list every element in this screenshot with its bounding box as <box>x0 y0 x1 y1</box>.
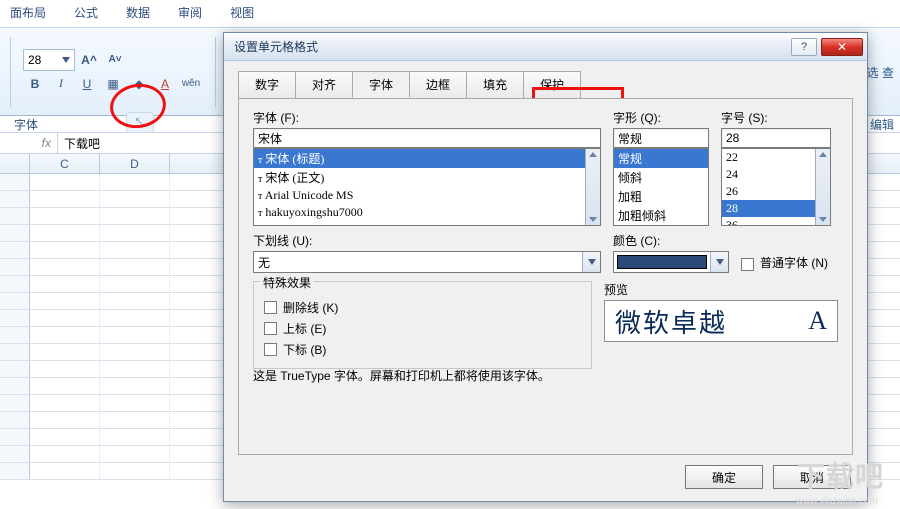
preview-sample: A <box>808 306 827 336</box>
scrollbar[interactable] <box>585 149 600 225</box>
size-option[interactable]: 36 <box>722 217 830 226</box>
tab-fill[interactable]: 填充 <box>466 71 524 98</box>
label-underline: 下划线 (U): <box>253 232 601 249</box>
label-size: 字号 (S): <box>721 109 831 126</box>
font-color-icon[interactable]: A <box>153 73 177 95</box>
style-input[interactable]: 常规 <box>613 128 709 148</box>
size-option[interactable]: 26 <box>722 183 830 200</box>
superscript-checkbox[interactable] <box>264 322 277 335</box>
font-option[interactable]: Arial Unicode MS <box>265 188 354 202</box>
ribbon-tab-formulas[interactable]: 公式 <box>74 4 98 21</box>
italic-icon[interactable]: I <box>49 73 73 95</box>
color-swatch <box>617 255 707 269</box>
close-button[interactable]: ✕ <box>821 38 863 56</box>
ok-button[interactable]: 确定 <box>685 465 763 489</box>
tab-number[interactable]: 数字 <box>238 71 296 98</box>
label-preview: 预览 <box>604 281 838 298</box>
fill-color-icon[interactable]: ◆ <box>127 73 151 95</box>
chevron-down-icon[interactable] <box>710 252 728 272</box>
tab-alignment[interactable]: 对齐 <box>295 71 353 98</box>
size-listbox[interactable]: 22 24 26 28 36 48 <box>721 148 831 226</box>
style-option[interactable]: 倾斜 <box>614 168 708 187</box>
style-option[interactable]: 常规 <box>614 149 708 168</box>
normal-font-checkbox[interactable] <box>741 258 754 271</box>
label-effects: 特殊效果 <box>260 274 314 291</box>
col-header-c[interactable]: C <box>30 154 100 173</box>
fx-icon[interactable]: fx <box>0 133 58 153</box>
dialog-title: 设置单元格格式 <box>234 38 318 55</box>
ribbon-tab-review[interactable]: 审阅 <box>178 4 202 21</box>
help-button[interactable]: ? <box>791 38 817 56</box>
font-option[interactable]: 宋体 (正文) <box>265 171 324 185</box>
color-dropdown[interactable] <box>613 251 729 273</box>
font-size-combo[interactable]: 28 <box>23 49 75 71</box>
size-option[interactable]: 28 <box>722 200 830 217</box>
underline-icon[interactable]: U <box>75 73 99 95</box>
chevron-down-icon[interactable] <box>582 252 600 272</box>
bold-icon[interactable]: B <box>23 73 47 95</box>
underline-dropdown[interactable]: 无 <box>253 251 601 273</box>
size-input[interactable]: 28 <box>721 128 831 148</box>
strike-checkbox[interactable] <box>264 301 277 314</box>
phonetic-icon[interactable]: wěn <box>179 73 203 95</box>
font-input[interactable]: 宋体 <box>253 128 601 148</box>
select-all-corner[interactable] <box>0 154 30 173</box>
separator <box>10 37 11 107</box>
row-header[interactable] <box>0 174 30 190</box>
size-option[interactable]: 24 <box>722 166 830 183</box>
style-option[interactable]: 加粗 <box>614 187 708 206</box>
description-text: 这是 TrueType 字体。屏幕和打印机上都将使用该字体。 <box>253 367 550 384</box>
font-listbox[interactable]: ᴛ 宋体 (标题) ᴛ 宋体 (正文) ᴛ Arial Unicode MS ᴛ… <box>253 148 601 226</box>
superscript-label: 上标 (E) <box>283 320 326 337</box>
preview-text: 微软卓越 <box>615 303 727 340</box>
tab-protection[interactable]: 保护 <box>523 71 581 98</box>
ribbon-tab-view[interactable]: 视图 <box>230 4 254 21</box>
size-option[interactable]: 22 <box>722 149 830 166</box>
strike-label: 删除线 (K) <box>283 299 338 316</box>
ribbon-tab-pagelayout[interactable]: 面布局 <box>10 4 46 21</box>
cancel-button[interactable]: 取消 <box>773 465 851 489</box>
subscript-label: 下标 (B) <box>283 341 326 358</box>
font-size-value: 28 <box>28 53 41 67</box>
edit-group-label: 编辑 <box>870 116 894 133</box>
label-color: 颜色 (C): <box>613 232 729 249</box>
font-option[interactable]: hakuyoxingshu7000 <box>265 205 362 219</box>
ribbon-group-label: 字体 <box>14 116 38 133</box>
scrollbar[interactable] <box>815 149 830 225</box>
style-option[interactable]: 加粗倾斜 <box>614 206 708 225</box>
decrease-font-icon[interactable]: A˅ <box>103 49 127 71</box>
subscript-checkbox[interactable] <box>264 343 277 356</box>
format-cells-dialog: 设置单元格格式 ? ✕ 数字 对齐 字体 边框 填充 保护 字体 (F): 宋体… <box>223 32 868 502</box>
border-icon[interactable]: ▦ <box>101 73 125 95</box>
ribbon-tab-data[interactable]: 数据 <box>126 4 150 21</box>
normal-font-label: 普通字体 (N) <box>760 254 828 271</box>
font-option[interactable]: SimSun-ExtB <box>265 222 332 226</box>
tab-border[interactable]: 边框 <box>409 71 467 98</box>
col-header-d[interactable]: D <box>100 154 170 173</box>
preview-box: 微软卓越 A <box>604 300 838 342</box>
underline-value: 无 <box>254 254 274 271</box>
label-style: 字形 (Q): <box>613 109 709 126</box>
dialog-launcher-icon[interactable]: ⤡ <box>126 112 154 134</box>
font-option[interactable]: 宋体 (标题) <box>265 152 324 166</box>
increase-font-icon[interactable]: A^ <box>77 49 101 71</box>
separator <box>215 37 216 107</box>
label-font: 字体 (F): <box>253 109 601 126</box>
tab-font[interactable]: 字体 <box>352 71 410 98</box>
style-listbox[interactable]: 常规 倾斜 加粗 加粗倾斜 <box>613 148 709 226</box>
chevron-down-icon <box>62 57 70 63</box>
